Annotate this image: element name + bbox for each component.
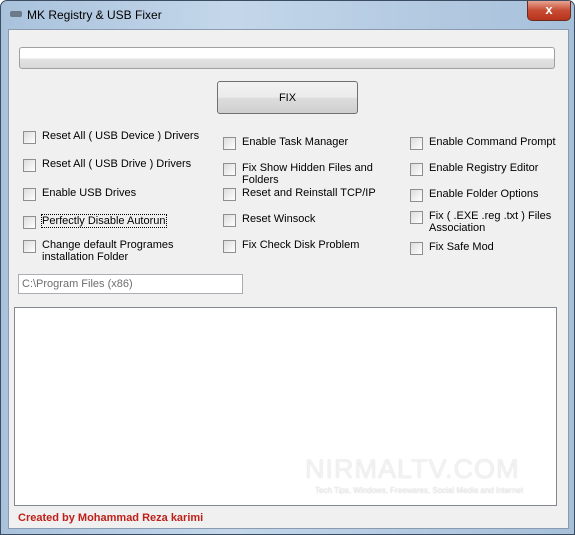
option-checkbox[interactable]: Fix Safe Mod (410, 241, 560, 255)
app-icon (10, 11, 22, 17)
option-label: Reset All ( USB Drive ) Drivers (42, 158, 192, 170)
client-area: FIX Reset All ( USB Device ) Drivers Rese… (8, 29, 569, 529)
checkbox-box[interactable] (23, 159, 36, 172)
checkbox-box[interactable] (223, 137, 236, 150)
option-label: Enable Command Prompt (429, 136, 556, 148)
option-label: Enable Task Manager (242, 136, 349, 148)
option-label: Fix ( .EXE .reg .txt ) Files Association (429, 210, 552, 234)
checkbox-box[interactable] (410, 137, 423, 150)
option-label: Enable Registry Editor (429, 162, 539, 174)
option-label: Enable Folder Options (429, 188, 539, 200)
option-checkbox[interactable]: Fix Check Disk Problem (223, 239, 403, 253)
option-checkbox[interactable]: Reset and Reinstall TCP/IP (223, 187, 403, 201)
option-label: Reset and Reinstall TCP/IP (242, 187, 376, 199)
app-window: MK Registry & USB Fixer x FIX Reset All … (0, 0, 575, 535)
close-button[interactable]: x (527, 1, 571, 21)
checkbox-box[interactable] (410, 163, 423, 176)
option-checkbox[interactable]: Perfectly Disable Autorun (23, 214, 213, 229)
option-label: Reset All ( USB Device ) Drivers (42, 130, 200, 142)
checkbox-box[interactable] (23, 131, 36, 144)
install-path-input[interactable]: C:\Program Files (x86) (18, 274, 243, 294)
option-checkbox[interactable]: Enable Registry Editor (410, 162, 560, 176)
checkbox-box[interactable] (223, 214, 236, 227)
option-label: Fix Show Hidden Files and Folders (242, 162, 373, 186)
option-checkbox[interactable]: Enable Command Prompt (410, 136, 560, 150)
progress-bar (19, 47, 555, 69)
checkbox-box[interactable] (410, 189, 423, 202)
watermark-tagline: Tech Tips, Windows, Freewares, Social Me… (315, 486, 524, 495)
option-label: Fix Safe Mod (429, 241, 494, 253)
option-checkbox[interactable]: Reset All ( USB Drive ) Drivers (23, 158, 213, 172)
fix-button[interactable]: FIX (217, 81, 358, 114)
checkbox-box[interactable] (223, 240, 236, 253)
checkbox-box[interactable] (410, 211, 423, 224)
option-checkbox[interactable]: Fix Show Hidden Files and Folders (223, 162, 403, 186)
checkbox-box[interactable] (23, 240, 36, 253)
window-title: MK Registry & USB Fixer (27, 8, 162, 22)
checkbox-box[interactable] (223, 188, 236, 201)
checkbox-box[interactable] (410, 242, 423, 255)
option-label: Reset Winsock (242, 213, 316, 225)
option-label: Fix Check Disk Problem (242, 239, 360, 251)
option-checkbox[interactable]: Enable Task Manager (223, 136, 403, 150)
credit-label: Created by Mohammad Reza karimi (18, 512, 204, 524)
option-checkbox[interactable]: Reset All ( USB Device ) Drivers (23, 130, 213, 144)
option-label: Change default Programes installation Fo… (42, 239, 174, 263)
watermark-title: NIRMALTV.COM (305, 454, 520, 484)
option-checkbox[interactable]: Change default Programes installation Fo… (23, 239, 213, 263)
checkbox-box[interactable] (23, 188, 36, 201)
option-checkbox[interactable]: Enable Folder Options (410, 188, 560, 202)
option-checkbox[interactable]: Reset Winsock (223, 213, 403, 227)
option-checkbox[interactable]: Enable USB Drives (23, 187, 213, 201)
checkbox-box[interactable] (23, 216, 36, 229)
option-label: Enable USB Drives (42, 187, 137, 199)
option-checkbox[interactable]: Fix ( .EXE .reg .txt ) Files Association (410, 210, 560, 234)
checkbox-box[interactable] (223, 163, 236, 176)
option-label: Perfectly Disable Autorun (41, 214, 167, 228)
log-output[interactable]: NIRMALTV.COM Tech Tips, Windows, Freewar… (14, 307, 557, 506)
